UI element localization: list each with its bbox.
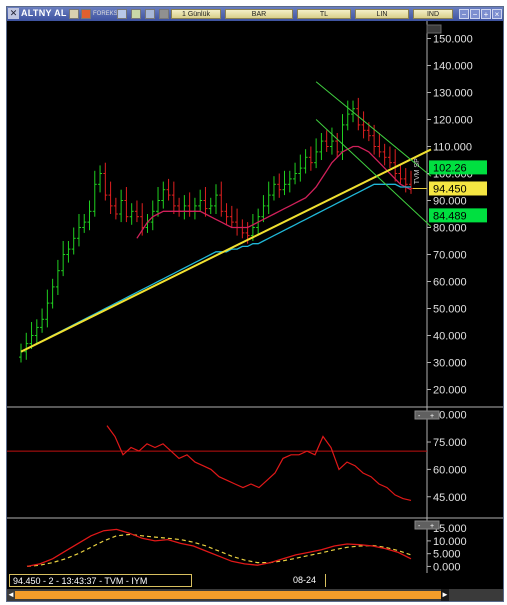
price-tick-label-8: 70.000	[433, 250, 467, 262]
macd-plus-button: +	[430, 523, 434, 530]
price-tick-label-0: 150.000	[433, 34, 473, 46]
rsi-tick-label-3: 45.000	[433, 492, 467, 504]
price-tick-label-10: 50.000	[433, 304, 467, 316]
price-tick-label-2: 130.000	[433, 88, 473, 100]
vertical-label: TVM SP	[414, 158, 421, 184]
settings-icon[interactable]	[145, 9, 155, 19]
scroll-right-icon[interactable]: ►	[441, 589, 449, 601]
price-tick-label-6: 90.000	[433, 196, 467, 208]
price-tick-label-1: 140.000	[433, 61, 473, 73]
status-bar: 94.450 - 2 - 13:43:37 - TVM - IYM 08-24	[7, 573, 503, 589]
pen-icon[interactable]	[117, 9, 127, 19]
minimize-button[interactable]: −	[459, 9, 469, 19]
scroll-thumb[interactable]	[15, 591, 441, 599]
maximize-button[interactable]: +	[481, 9, 491, 19]
stock-icon[interactable]	[69, 9, 79, 19]
chart-icon[interactable]	[81, 9, 91, 19]
title-bar[interactable]: ✕ ALTNY AL FOREKS 1 Günlük BAR TL LIN IN…	[7, 7, 503, 21]
macd-tick-label-2: 5.000	[433, 549, 461, 561]
rsi-plus-button: +	[430, 413, 434, 420]
chart-area[interactable]: 150.000140.000130.000120.000110.000100.0…	[7, 21, 503, 573]
forex-label[interactable]: FOREKS	[93, 9, 118, 19]
price-tick-label-11: 40.000	[433, 331, 467, 343]
close-icon[interactable]: ✕	[8, 8, 19, 19]
close-button[interactable]: ×	[492, 9, 502, 19]
dropdown-icon[interactable]	[159, 9, 169, 19]
macd-tick-label-3: 0.000	[433, 561, 461, 573]
indicator-select[interactable]: IND	[413, 9, 453, 19]
price-panel-button	[426, 24, 442, 34]
chart-window: ✕ ALTNY AL FOREKS 1 Günlük BAR TL LIN IN…	[6, 6, 504, 602]
price-badge-label-0: 102.26	[433, 162, 467, 174]
currency-select[interactable]: TL	[297, 9, 351, 19]
cursor-date: 08-24	[293, 574, 326, 587]
restore-button[interactable]: −	[470, 9, 480, 19]
rsi-tick-label-2: 60.000	[433, 464, 467, 476]
chart-style-select[interactable]: BAR	[225, 9, 293, 19]
price-tick-label-13: 20.000	[433, 385, 467, 397]
window-title: ALTNY AL	[21, 8, 67, 18]
price-tick-label-12: 30.000	[433, 358, 467, 370]
scroll-left-icon[interactable]: ◄	[7, 589, 15, 601]
price-tick-label-3: 120.000	[433, 115, 473, 127]
price-badge-label-1: 94.450	[433, 183, 467, 195]
draw-icon[interactable]	[131, 9, 141, 19]
price-tick-label-4: 110.000	[433, 142, 472, 154]
price-tick-label-7: 80.000	[433, 223, 467, 235]
horizontal-scrollbar[interactable]: ◄ ►	[7, 589, 503, 601]
period-select[interactable]: 1 Günlük	[171, 9, 221, 19]
status-info: 94.450 - 2 - 13:43:37 - TVM - IYM	[9, 574, 192, 587]
price-badge-label-2: 84.489	[433, 210, 467, 222]
scale-select[interactable]: LIN	[355, 9, 409, 19]
rsi-tick-label-1: 75.000	[433, 437, 467, 449]
price-tick-label-9: 60.000	[433, 277, 467, 289]
macd-tick-label-1: 10.000	[433, 536, 467, 548]
